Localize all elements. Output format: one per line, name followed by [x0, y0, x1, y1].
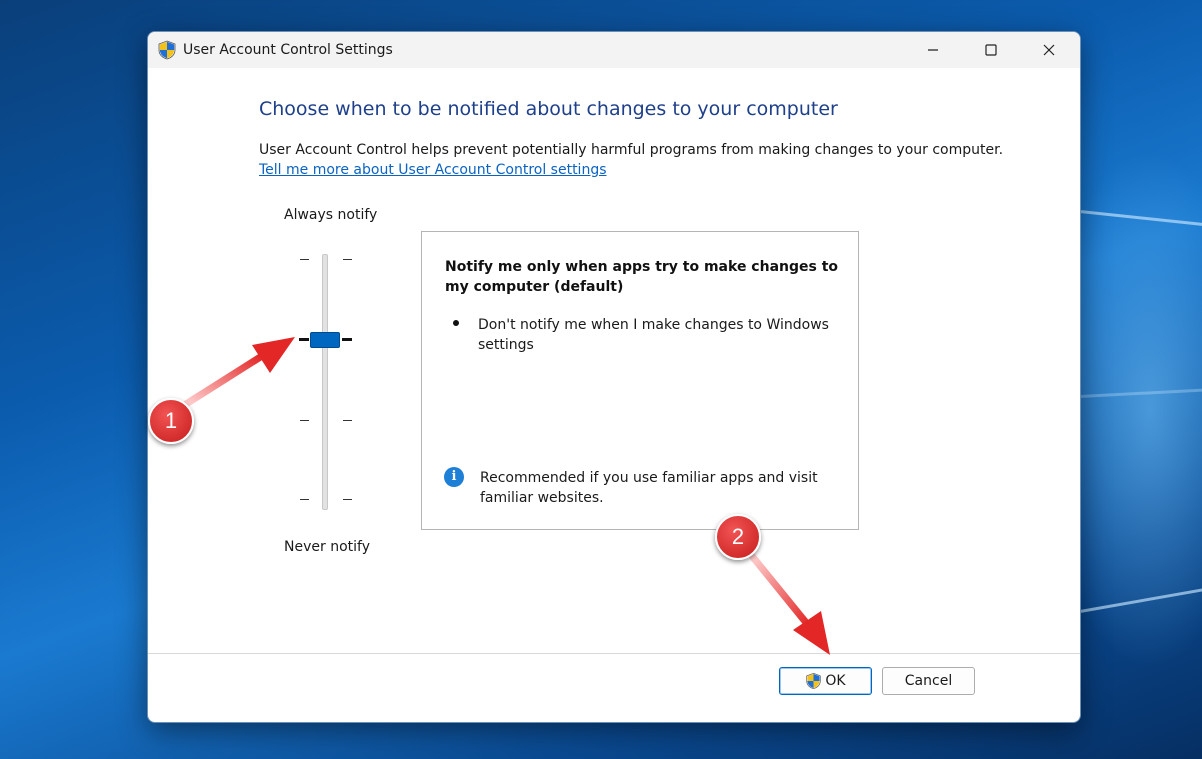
maximize-icon: [985, 44, 997, 56]
window-title: User Account Control Settings: [183, 42, 393, 58]
level-bullet-text: Don't notify me when I make changes to W…: [478, 317, 829, 353]
never-notify-label: Never notify: [284, 539, 370, 555]
page-heading: Choose when to be notified about changes…: [259, 98, 838, 120]
cancel-label: Cancel: [904, 673, 953, 689]
ok-button[interactable]: OK: [779, 667, 872, 695]
cancel-button[interactable]: Cancel: [882, 667, 975, 695]
maximize-button[interactable]: [962, 32, 1020, 68]
slider-tick-right: [343, 499, 352, 500]
uac-shield-icon: [157, 40, 177, 64]
slider-tick-left: [300, 499, 309, 500]
level-title: Notify me only when apps try to make cha…: [445, 259, 839, 295]
footer-divider: [148, 653, 1080, 654]
close-icon: [1043, 44, 1055, 56]
uac-settings-window: User Account Control Settings Choose whe…: [147, 31, 1081, 723]
slider-thumb[interactable]: [310, 332, 340, 348]
slider-tick-right: [342, 338, 352, 341]
always-notify-label: Always notify: [284, 207, 378, 223]
minimize-button[interactable]: [904, 32, 962, 68]
ok-label: OK: [825, 673, 846, 689]
slider-tick-left: [299, 338, 309, 341]
slider-tick-left: [300, 259, 309, 260]
info-icon: i: [444, 467, 464, 487]
close-button[interactable]: [1020, 32, 1078, 68]
minimize-icon: [928, 49, 938, 51]
slider-track[interactable]: [322, 254, 328, 510]
title-bar[interactable]: User Account Control Settings: [148, 32, 1080, 68]
slider-tick-right: [343, 420, 352, 421]
annotation-marker-2: 2: [715, 514, 761, 560]
description-text: User Account Control helps prevent poten…: [259, 142, 1004, 158]
recommendation-text: Recommended if you use familiar apps and…: [480, 470, 818, 506]
slider-tick-right: [343, 259, 352, 260]
uac-shield-icon: [805, 672, 822, 690]
slider-tick-left: [300, 420, 309, 421]
learn-more-link[interactable]: Tell me more about User Account Control …: [259, 162, 607, 178]
annotation-marker-1: 1: [148, 398, 194, 444]
level-description-box: Notify me only when apps try to make cha…: [421, 231, 859, 530]
bullet-icon: [453, 320, 459, 326]
